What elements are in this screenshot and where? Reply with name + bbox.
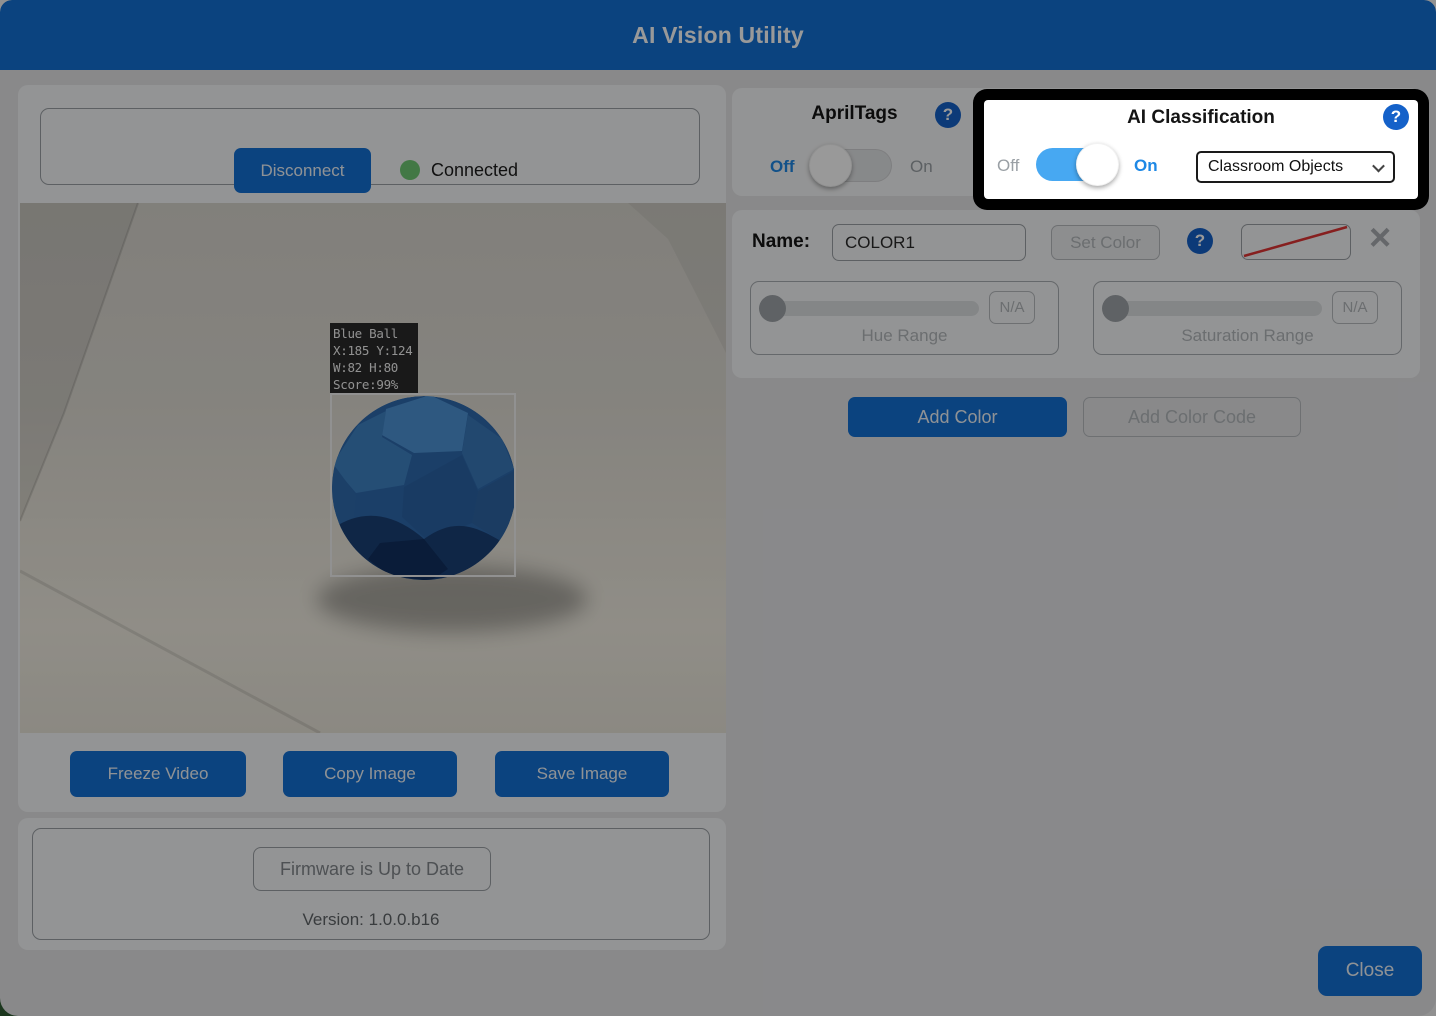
ai-classification-toggle[interactable] (1036, 148, 1116, 181)
ai-classification-help-icon[interactable]: ? (1383, 104, 1409, 130)
ai-classification-off-label: Off (997, 156, 1019, 176)
model-select-value: Classroom Objects (1208, 158, 1368, 176)
ai-classification-panel: AI Classification ? Off On Classroom Obj… (984, 100, 1418, 199)
ai-classification-title: AI Classification (984, 107, 1418, 129)
model-select-dropdown[interactable]: Classroom Objects (1196, 151, 1395, 183)
toggle-knob (1076, 143, 1119, 186)
ai-classification-on-label: On (1134, 156, 1158, 176)
chevron-down-icon (1372, 159, 1385, 172)
ai-classification-highlight: AI Classification ? Off On Classroom Obj… (973, 89, 1429, 210)
ai-vision-utility-window: AI Vision Utility Disconnect Connected (0, 0, 1436, 1016)
